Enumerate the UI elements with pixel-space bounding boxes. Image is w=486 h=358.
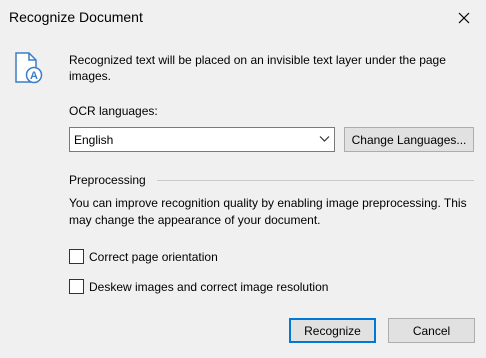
ocr-languages-label: OCR languages: bbox=[69, 104, 158, 118]
svg-text:A: A bbox=[30, 70, 38, 82]
deskew-label: Deskew images and correct image resoluti… bbox=[89, 279, 329, 294]
deskew-checkbox[interactable] bbox=[69, 279, 84, 294]
chevron-down-icon bbox=[319, 136, 330, 142]
correct-orientation-checkbox[interactable] bbox=[69, 249, 84, 264]
intro-text: Recognized text will be placed on an inv… bbox=[69, 53, 446, 83]
selected-language: English bbox=[74, 132, 114, 147]
document-ocr-icon: A bbox=[15, 52, 43, 84]
change-languages-button[interactable]: Change Languages... bbox=[344, 127, 474, 152]
deskew-option[interactable]: Deskew images and correct image resoluti… bbox=[69, 279, 328, 294]
preprocessing-header: Preprocessing bbox=[69, 173, 146, 187]
close-icon bbox=[458, 12, 470, 24]
recognize-document-dialog: Recognize Document A Recognized text wil… bbox=[0, 0, 486, 358]
close-button[interactable] bbox=[452, 6, 476, 30]
section-divider bbox=[157, 180, 474, 181]
cancel-button[interactable]: Cancel bbox=[388, 318, 475, 343]
dialog-title: Recognize Document bbox=[9, 9, 143, 25]
recognize-button[interactable]: Recognize bbox=[289, 318, 376, 343]
ocr-language-dropdown[interactable]: English bbox=[69, 127, 335, 152]
correct-orientation-option[interactable]: Correct page orientation bbox=[69, 249, 218, 264]
preprocessing-description: You can improve recognition quality by e… bbox=[69, 196, 467, 227]
title-bar: Recognize Document bbox=[0, 0, 486, 36]
correct-orientation-label: Correct page orientation bbox=[89, 249, 218, 264]
